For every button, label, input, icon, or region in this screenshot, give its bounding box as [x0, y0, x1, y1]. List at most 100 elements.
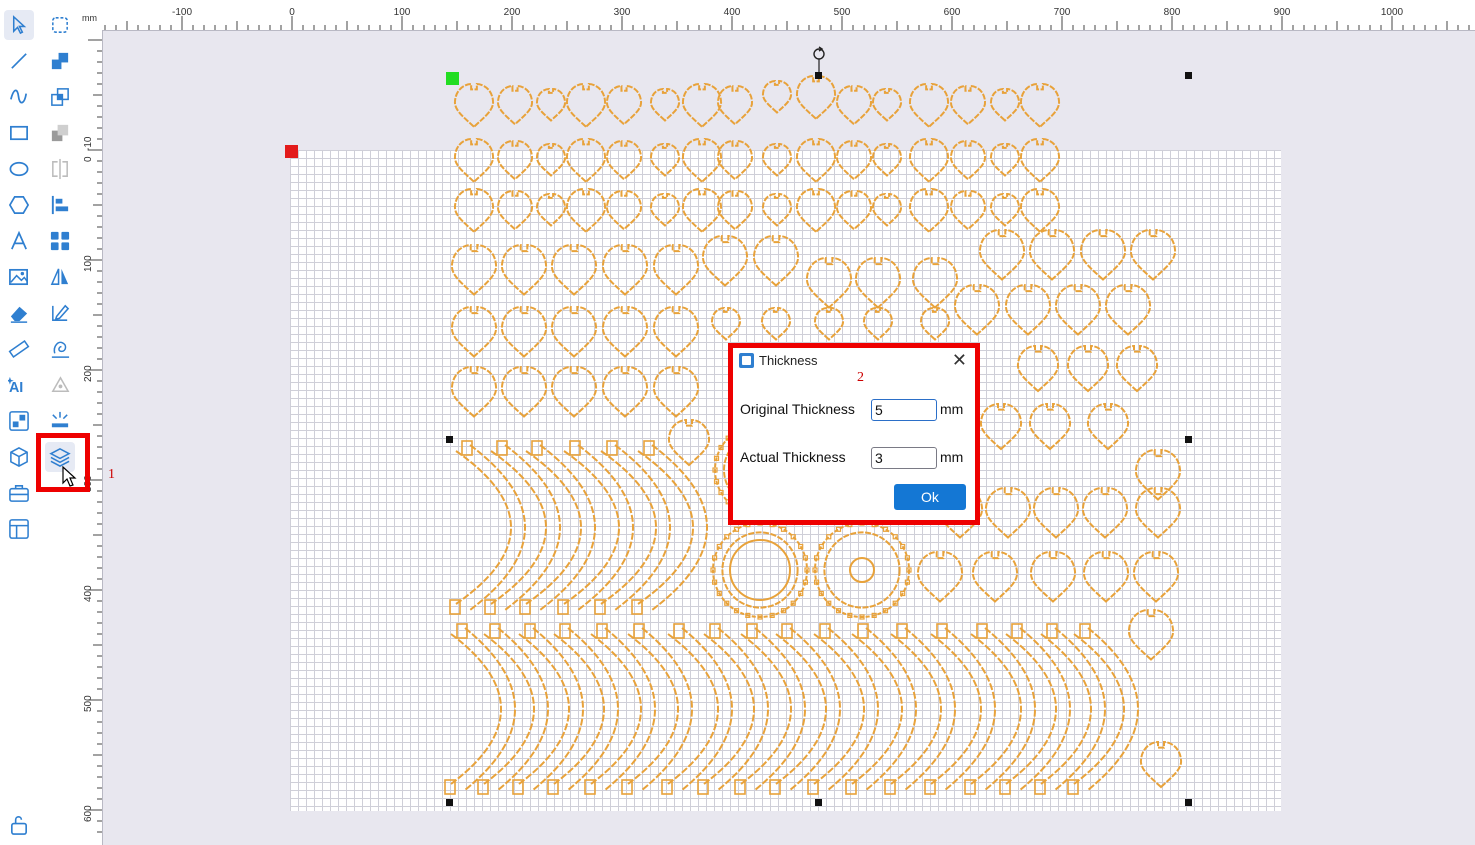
step1-label: 1 [108, 467, 115, 482]
tool-ai-text[interactable]: AI [4, 370, 34, 400]
tool-curve[interactable] [4, 82, 34, 112]
ruler-unit-corner: mm [80, 0, 102, 30]
selection-handle-left[interactable] [446, 436, 453, 443]
tool-weld[interactable] [45, 334, 75, 364]
ruler-left-label: 500 [83, 695, 94, 712]
measure-icon [8, 339, 30, 359]
ruler-top-label: 200 [503, 7, 521, 18]
horizontal-ruler: -100 0 100 200 300 400 500 600 700 800 900 1000 [80, 0, 1475, 31]
tool-line[interactable] [4, 46, 34, 76]
ruler-top-label: 500 [833, 7, 851, 18]
original-thickness-label: Original Thickness [740, 401, 855, 417]
unlock-icon [11, 816, 27, 835]
ruler-top-label: 400 [723, 7, 741, 18]
tool-explode[interactable] [45, 406, 75, 436]
rectangle-icon [10, 125, 28, 141]
mirror-icon [50, 268, 69, 285]
ai-text-icon: AI [8, 376, 23, 396]
selection-handle-bottom[interactable] [815, 799, 822, 806]
ruler-top-label: 900 [1273, 7, 1291, 18]
selection-start-marker[interactable] [446, 72, 459, 85]
ruler-left-label: 400 [83, 585, 94, 602]
original-thickness-unit: mm [940, 401, 964, 417]
origin-marker[interactable] [285, 145, 298, 158]
tool-cube[interactable] [4, 442, 34, 472]
rotate-handle-icon[interactable] [811, 46, 827, 72]
tool-subtract[interactable] [45, 118, 75, 148]
original-thickness-input[interactable] [871, 399, 937, 421]
app-logo-icon [739, 353, 754, 368]
step2-label: 2 [857, 370, 864, 385]
tool-group-grid[interactable] [45, 226, 75, 256]
tool-measure[interactable] [4, 334, 34, 364]
split-icon [52, 158, 68, 180]
polygon-icon [8, 196, 30, 214]
ruler-top-label: 800 [1163, 7, 1181, 18]
align-icon [51, 195, 69, 215]
union-icon [51, 52, 69, 70]
svg-text:AI: AI [9, 380, 23, 396]
tool-ellipse[interactable] [4, 154, 34, 184]
eraser-icon [10, 306, 28, 323]
ruler-left-label: 100 [83, 255, 94, 272]
tool-mirror[interactable] [45, 262, 75, 292]
tool-union[interactable] [45, 46, 75, 76]
tool-toolbox[interactable] [4, 478, 34, 508]
select-arrow-icon [12, 15, 27, 35]
thickness-dialog: Thickness ✕ 2 Original Thickness mm Actu… [728, 343, 980, 525]
tool-edit-path[interactable] [45, 298, 75, 328]
subtract-icon [51, 124, 69, 142]
tool-image[interactable] [4, 262, 34, 292]
tool-pen-tool[interactable] [45, 370, 75, 400]
tool-array[interactable] [4, 406, 34, 436]
actual-thickness-unit: mm [940, 449, 964, 465]
curve-icon [10, 89, 28, 104]
ruler-top-label: 600 [943, 7, 961, 18]
selection-handle-right[interactable] [1185, 436, 1192, 443]
tool-split[interactable] [45, 154, 75, 184]
tool-polygon[interactable] [4, 190, 34, 220]
selection-handle-top[interactable] [815, 72, 822, 79]
layout-icon [9, 519, 29, 539]
explode-icon [51, 411, 69, 428]
weld-icon [51, 341, 70, 358]
tool-node-edit[interactable] [45, 10, 75, 40]
tool-align[interactable] [45, 190, 75, 220]
cube-icon [10, 447, 28, 467]
tool-unlock[interactable] [4, 810, 34, 840]
tool-eraser[interactable] [4, 298, 34, 328]
selection-handle-top-right[interactable] [1185, 72, 1192, 79]
line-icon [11, 53, 27, 69]
ruler-top-label: 700 [1053, 7, 1071, 18]
group-grid-icon [50, 231, 70, 251]
ruler-left-label: 600 [83, 805, 94, 822]
actual-thickness-input[interactable] [871, 447, 937, 469]
ruler-unit: mm [82, 13, 97, 23]
ruler-left-label: 200 [83, 365, 94, 382]
tool-text[interactable] [4, 226, 34, 256]
ellipse-icon [9, 161, 29, 177]
intersect-icon [51, 88, 69, 106]
ruler-left-label: 0 [83, 156, 94, 162]
selection-handle-bottom-left[interactable] [446, 799, 453, 806]
array-icon [9, 411, 29, 431]
edit-path-icon [52, 304, 70, 321]
dialog-title: Thickness [759, 353, 818, 368]
image-icon [9, 268, 28, 286]
ruler-top-label: 300 [613, 7, 631, 18]
tool-select-arrow[interactable] [4, 10, 34, 40]
ruler-top-label: 0 [289, 7, 295, 18]
mouse-cursor-icon [62, 466, 77, 487]
selection-handle-bottom-right[interactable] [1185, 799, 1192, 806]
left-toolbar: AI [0, 0, 81, 845]
tool-rectangle[interactable] [4, 118, 34, 148]
ruler-top-label: 100 [393, 7, 411, 18]
ruler-top-label: 1000 [1380, 7, 1404, 18]
ruler-left-label: -10 [83, 136, 94, 151]
close-icon[interactable]: ✕ [952, 350, 967, 370]
ok-button[interactable]: Ok [894, 484, 966, 510]
tool-layout[interactable] [4, 514, 34, 544]
node-edit-icon [52, 17, 68, 33]
pen-tool-icon [51, 376, 70, 392]
tool-intersect[interactable] [45, 82, 75, 112]
